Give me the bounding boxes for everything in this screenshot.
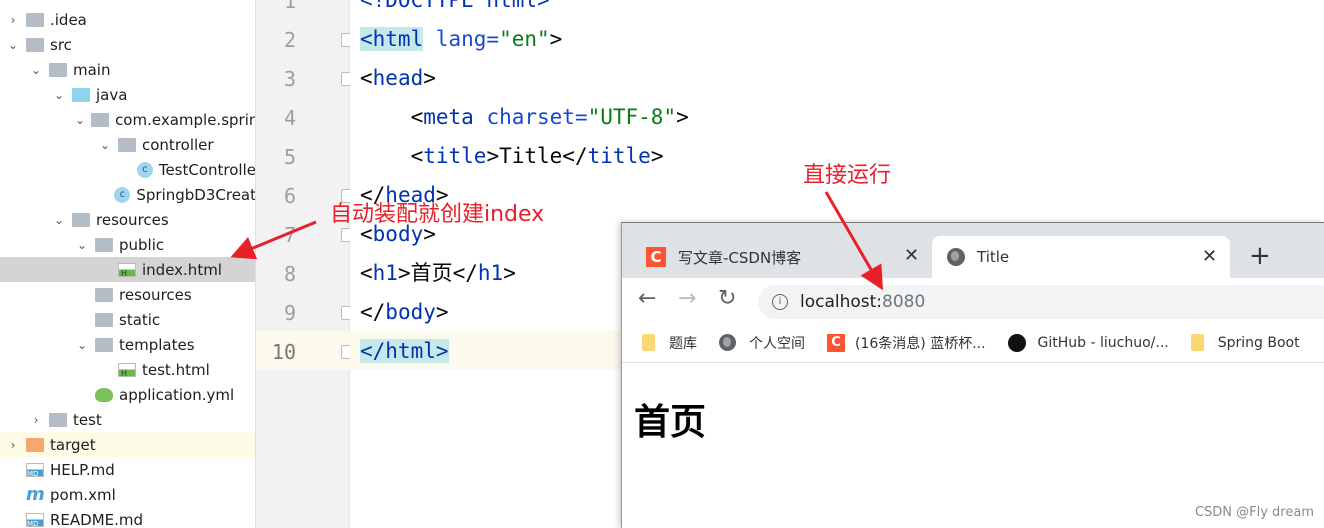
annotation-arrows (230, 191, 884, 291)
arrow-to-address (824, 191, 884, 291)
watermark: CSDN @Fly dream (1194, 505, 1314, 520)
arrow-to-index (230, 220, 317, 260)
